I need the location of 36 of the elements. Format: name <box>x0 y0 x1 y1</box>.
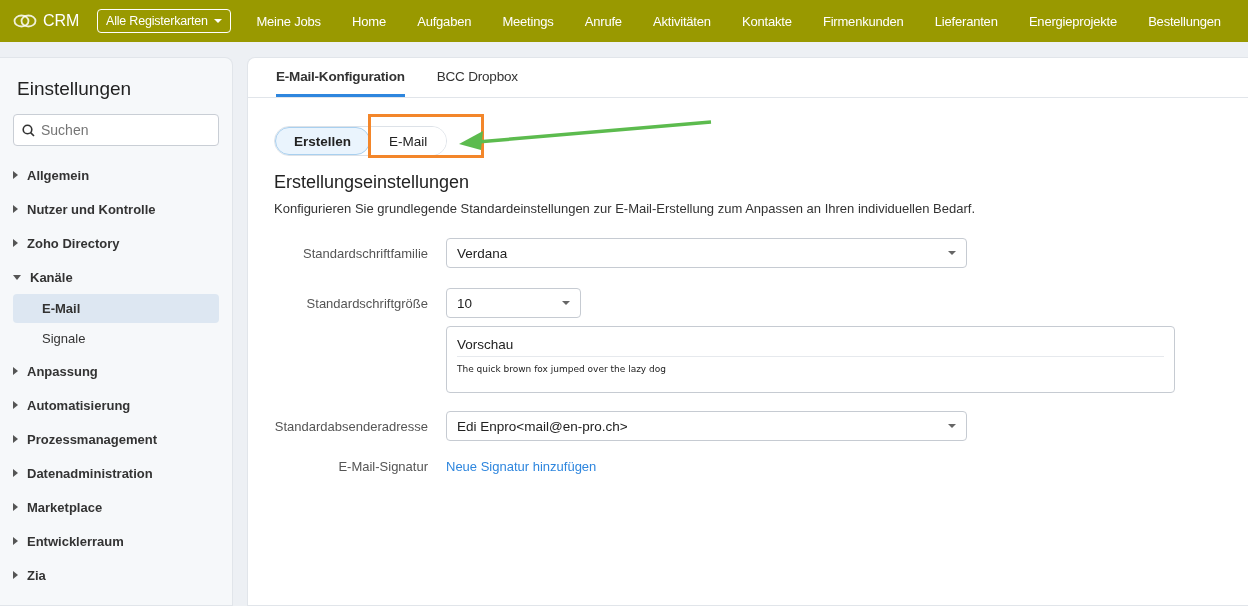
sidebar-item[interactable]: Signale <box>13 324 219 353</box>
sidebar-item[interactable]: E-Mail <box>13 294 219 323</box>
search-field[interactable]: Suchen <box>13 114 219 146</box>
dropdown-field[interactable]: 10 <box>446 288 581 318</box>
sidebar-category[interactable]: Allgemein <box>13 158 219 192</box>
search-icon <box>22 124 35 137</box>
sidebar-category[interactable]: Entwicklerraum <box>13 524 219 558</box>
dropdown-field[interactable]: Edi Enpro<mail@en-pro.ch> <box>446 411 967 441</box>
sidebar-category[interactable]: Kanäle <box>13 260 219 294</box>
field-label: Standardschriftfamilie <box>302 245 428 261</box>
tab[interactable]: BCC Dropbox <box>436 58 518 97</box>
sidebar-category[interactable]: Datenadministration <box>13 456 219 490</box>
sidebar-category[interactable]: Anpassung <box>13 354 219 388</box>
sidebar-category[interactable]: Prozessmanagement <box>13 422 219 456</box>
preview-title: Vorschau <box>457 337 1164 357</box>
field-label: E-Mail-Signatur <box>337 459 428 474</box>
caret-icon <box>948 251 956 255</box>
sidebar-category[interactable]: Zia <box>13 558 219 592</box>
app-name: CRM <box>43 12 80 30</box>
dropdown-field[interactable]: Verdana <box>446 238 967 268</box>
sidebar-category[interactable]: Marketplace <box>13 490 219 524</box>
sidebar-category[interactable]: Nutzer und Kontrolle <box>13 192 219 226</box>
caret-icon <box>562 301 570 305</box>
sidebar-title: Einstellungen <box>17 78 133 100</box>
logo-icon <box>13 13 37 29</box>
sidebar-category[interactable]: Zoho Directory <box>13 226 219 260</box>
add-signature-link[interactable]: Neue Signatur hinzufügen <box>446 459 597 474</box>
segment-button[interactable]: Erstellen <box>275 127 371 155</box>
preview-sample-text: The quick brown fox jumped over the lazy dog <box>457 364 667 374</box>
tab[interactable]: E-Mail-Konfiguration <box>276 58 405 97</box>
section-description: Konfigurieren Sie grundlegende Standardeinstellungen zur E-Mail-Erstellung zum Anpassen an Ihren individuellen Bedarf. <box>274 201 976 216</box>
caret-icon <box>948 424 956 428</box>
section-heading: Erstellungseinstellungen <box>274 172 471 193</box>
sidebar-category[interactable]: Automatisierung <box>13 388 219 422</box>
field-label: Standardabsenderadresse <box>274 418 428 434</box>
field-label: Standardschriftgröße <box>305 295 428 311</box>
